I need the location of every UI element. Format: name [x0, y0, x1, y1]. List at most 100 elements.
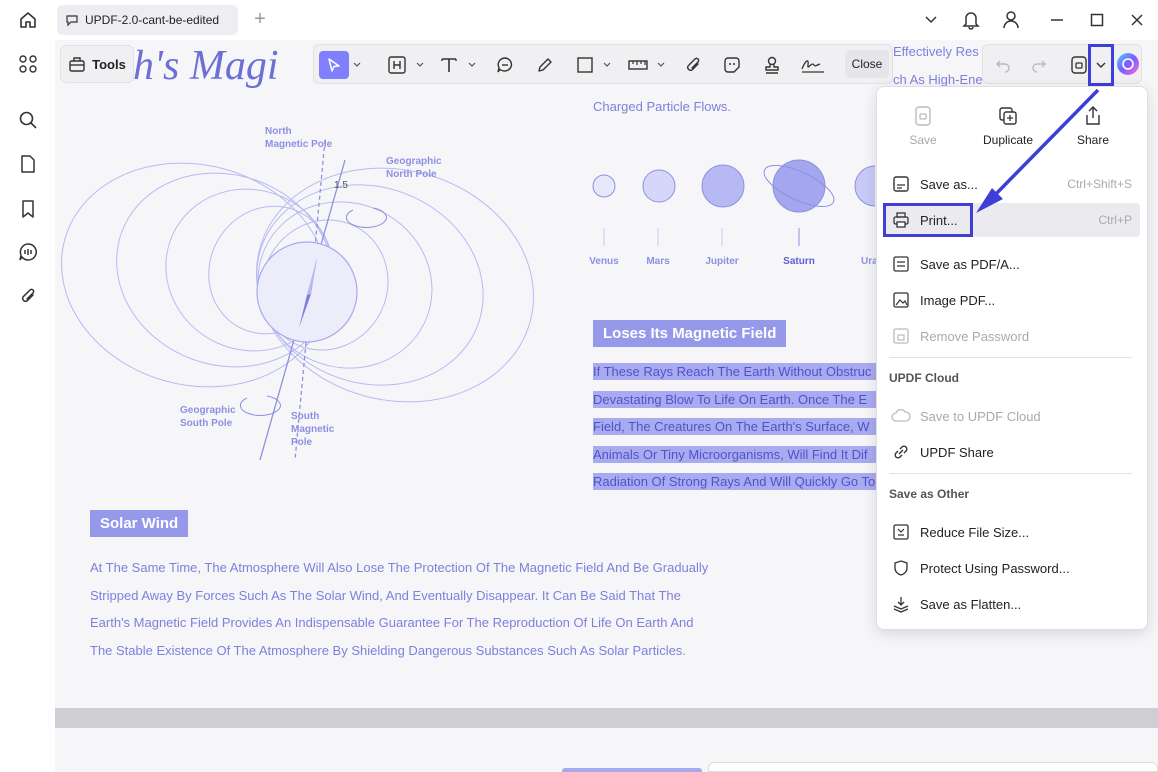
menu-save-button[interactable]: Save — [883, 105, 963, 147]
maximize-button[interactable] — [1084, 8, 1110, 32]
chat-icon — [19, 243, 37, 261]
home-icon — [20, 12, 36, 28]
save-options-dropdown-button[interactable] — [1088, 44, 1114, 86]
account-button[interactable] — [998, 8, 1024, 32]
diagram-label-south-magnetic: South Magnetic Pole — [291, 411, 335, 448]
cloud-icon — [891, 408, 911, 422]
chevron-down-icon — [1096, 62, 1106, 68]
section-heading-solar-wind: Solar Wind — [90, 510, 189, 537]
menu-item-save-as[interactable]: Save as... Ctrl+Shift+S — [883, 167, 1140, 201]
annotation-toolbar: Close — [313, 44, 893, 84]
menu-item-protect-password[interactable]: Protect Using Password... — [883, 551, 1140, 585]
cursor-icon — [328, 58, 340, 72]
grid-icon — [19, 55, 37, 73]
measure-tool-dropdown[interactable] — [655, 51, 667, 79]
menu-item-remove-password[interactable]: Remove Password — [883, 319, 1140, 353]
paperclip-icon — [687, 57, 700, 71]
menu-item-reduce-size[interactable]: Reduce File Size... — [883, 515, 1140, 549]
select-tool-button[interactable] — [319, 51, 349, 79]
chevron-down-icon — [468, 62, 476, 67]
comment-tool-button[interactable] — [492, 51, 518, 79]
print-highlight-box — [883, 203, 973, 237]
doc-text-line: Effectively Res — [893, 44, 979, 59]
home-button[interactable] — [14, 8, 42, 32]
shape-tool-dropdown[interactable] — [601, 51, 613, 79]
chevron-down-icon — [657, 62, 665, 67]
close-icon — [1131, 14, 1143, 26]
menu-item-save-cloud[interactable]: Save to UPDF Cloud — [883, 399, 1140, 433]
section-heading-magnetic: Loses Its Magnetic Field — [593, 320, 787, 347]
diagram-label-geographic-south: Geographic South Pole — [180, 405, 236, 429]
attachment-tool-button[interactable] — [680, 51, 706, 79]
page-indicator — [562, 768, 702, 772]
page-icon — [21, 155, 35, 173]
highlighted-text-line[interactable]: Radiation Of Strong Rays And Will Quickl… — [593, 473, 893, 490]
text-tool-dropdown[interactable] — [466, 51, 478, 79]
share-icon — [1086, 106, 1100, 125]
menu-duplicate-button[interactable]: Duplicate — [968, 105, 1048, 147]
redo-button[interactable] — [1027, 51, 1051, 79]
highlight-tool-button[interactable] — [384, 51, 410, 79]
stamp-tool-button[interactable] — [759, 51, 785, 79]
rectangle-icon — [577, 57, 593, 73]
sidebar-bookmarks-button[interactable] — [14, 195, 42, 223]
pencil-tool-button[interactable] — [532, 51, 558, 79]
document-tab[interactable]: UPDF-2.0-cant-be-edited — [57, 5, 238, 35]
signature-tool-button[interactable] — [798, 51, 828, 79]
measure-tool-button[interactable] — [625, 51, 651, 79]
highlighted-text-line[interactable]: If These Rays Reach The Earth Without Ob… — [593, 363, 893, 380]
close-window-button[interactable] — [1124, 8, 1150, 32]
shape-tool-button[interactable] — [572, 51, 598, 79]
comment-bubble-icon — [497, 57, 513, 73]
tab-title: UPDF-2.0-cant-be-edited — [85, 13, 220, 27]
highlighted-text-line[interactable]: Animals Or Tiny Microorganisms, Will Fin… — [593, 446, 893, 463]
left-sidebar — [0, 40, 55, 772]
minimize-button[interactable] — [1044, 8, 1070, 32]
close-tools-button[interactable]: Close — [845, 50, 889, 78]
minimize-icon — [1051, 19, 1063, 21]
menu-item-save-pdfa[interactable]: Save as PDF/A... — [883, 247, 1140, 281]
sidebar-attachments-button[interactable] — [14, 282, 42, 310]
new-tab-button[interactable]: + — [250, 9, 270, 31]
sidebar-apps-button[interactable] — [14, 50, 42, 78]
highlight-tool-dropdown[interactable] — [414, 51, 426, 79]
menu-item-save-flatten[interactable]: Save as Flatten... — [883, 587, 1140, 621]
chevron-down-icon — [925, 16, 937, 24]
select-tool-dropdown[interactable] — [351, 51, 363, 79]
stamp-icon — [765, 56, 779, 74]
menu-item-updf-share[interactable]: UPDF Share — [883, 435, 1140, 469]
title-bar: UPDF-2.0-cant-be-edited + — [0, 0, 1158, 40]
diagram-label-angle: 1.5 — [334, 180, 348, 191]
sidebar-pages-button[interactable] — [14, 150, 42, 178]
sidebar-search-button[interactable] — [14, 106, 42, 134]
menu-item-image-pdf[interactable]: Image PDF... — [883, 283, 1140, 317]
comment-icon — [66, 15, 78, 27]
notifications-button[interactable] — [958, 8, 984, 32]
save-icon — [915, 106, 931, 126]
ai-assistant-button[interactable] — [1117, 53, 1139, 75]
menu-share-button[interactable]: Share — [1053, 105, 1133, 147]
chevron-down-icon — [416, 62, 424, 67]
highlighted-text-line[interactable]: Devastating Blow To Life On Earth. Once … — [593, 391, 893, 408]
magnetic-field-diagram — [61, 139, 534, 460]
menu-separator — [889, 473, 1132, 474]
page-divider — [55, 708, 1158, 728]
chevron-down-icon — [353, 62, 361, 67]
chevron-down-button[interactable] — [918, 8, 944, 32]
tools-button[interactable]: Tools — [60, 45, 134, 83]
bookmark-icon — [22, 200, 34, 218]
maximize-icon — [1090, 13, 1104, 27]
sticker-icon — [724, 57, 740, 73]
sidebar-comments-button[interactable] — [14, 238, 42, 266]
user-icon — [1003, 11, 1019, 29]
sticker-tool-button[interactable] — [719, 51, 745, 79]
undo-button[interactable] — [991, 51, 1015, 79]
highlighted-text-line[interactable]: Field, The Creatures On The Earth's Surf… — [593, 418, 893, 435]
flatten-icon — [893, 597, 909, 613]
pdfa-icon — [893, 256, 909, 272]
heading-h-icon — [388, 56, 406, 74]
pencil-icon — [538, 58, 552, 72]
bell-icon — [962, 12, 980, 30]
text-tool-button[interactable] — [436, 51, 462, 79]
bottom-toolbar[interactable] — [708, 762, 1158, 772]
